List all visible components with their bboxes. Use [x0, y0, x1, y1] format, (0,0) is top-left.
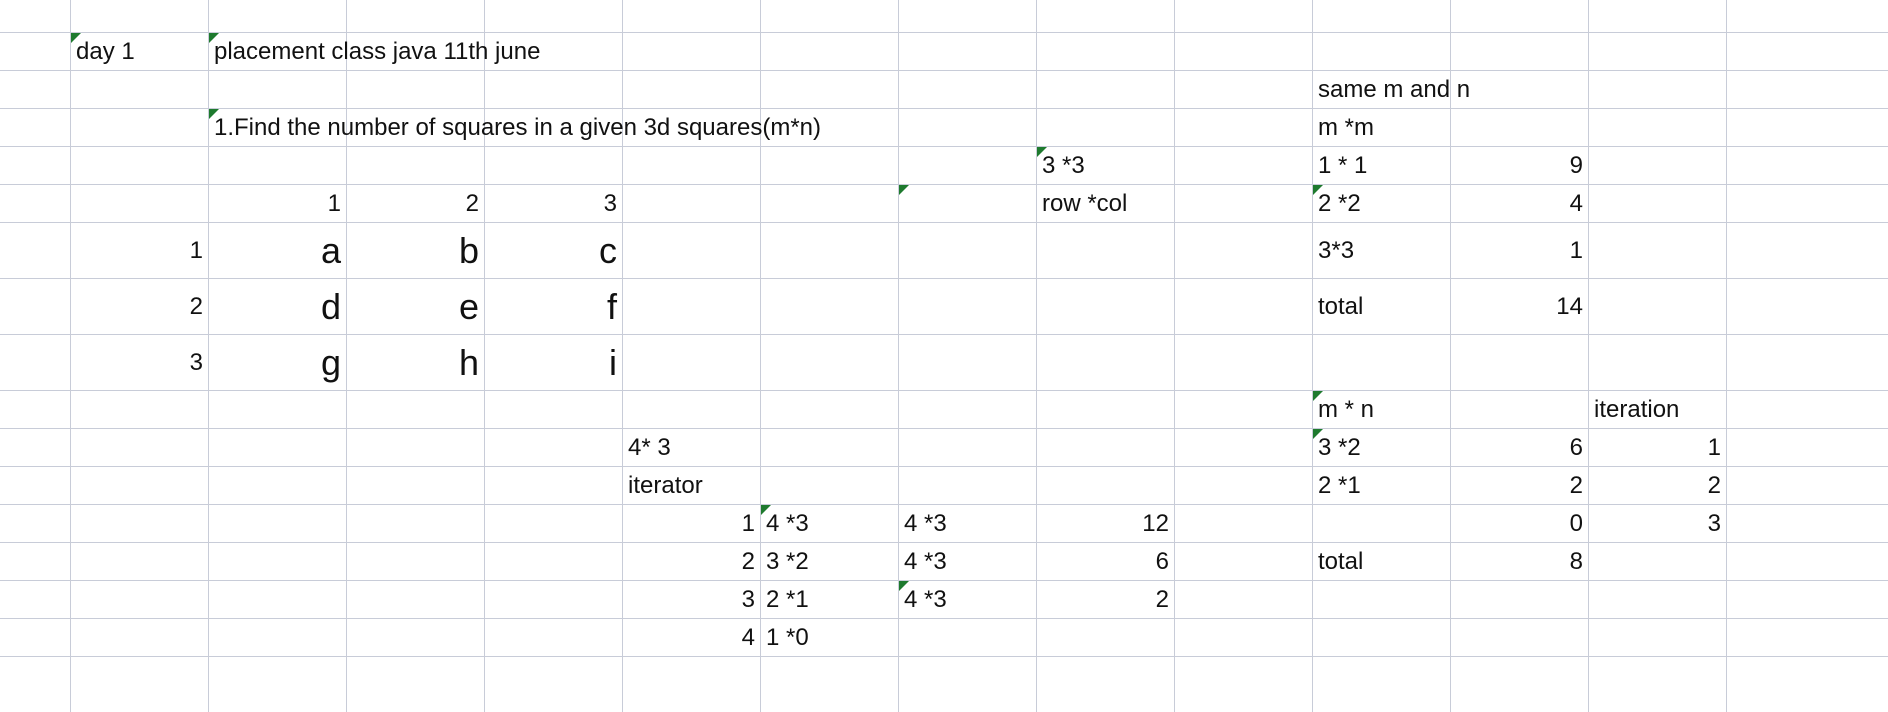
comment-flag-icon	[209, 33, 219, 43]
cell-mn-iter-1[interactable]: 1	[1589, 429, 1726, 466]
cell-empty-flag[interactable]	[899, 185, 1036, 222]
cell-title[interactable]: placement class java 11th june	[209, 33, 622, 70]
cell-sq-3x3-val[interactable]: 1	[1451, 223, 1588, 278]
cell-it-3[interactable]: 3	[623, 581, 760, 618]
cell-same-m-n[interactable]: same m and n	[1313, 71, 1588, 108]
comment-flag-icon	[1313, 185, 1323, 195]
cell-m-m[interactable]: m *m	[1313, 109, 1450, 146]
cell-it-2-val[interactable]: 6	[1037, 543, 1174, 580]
cell-mn-iter-2[interactable]: 2	[1589, 467, 1726, 504]
cell-col-h2[interactable]: 2	[347, 185, 484, 222]
cell-sq-3x3[interactable]: 3*3	[1313, 223, 1450, 278]
cell-row-h2[interactable]: 2	[71, 279, 208, 334]
cell-mn-3x2[interactable]: 3 *2	[1313, 429, 1450, 466]
comment-flag-icon	[209, 109, 219, 119]
comment-flag-icon	[899, 581, 909, 591]
cell-iteration-h[interactable]: iteration	[1589, 391, 1726, 428]
cell-grid-c[interactable]: c	[485, 223, 622, 278]
cell-grid-b[interactable]: b	[347, 223, 484, 278]
comment-flag-icon	[1313, 391, 1323, 401]
cell-sq-2x2-val[interactable]: 4	[1451, 185, 1588, 222]
cell-grid-i[interactable]: i	[485, 335, 622, 390]
cell-four-three[interactable]: 4* 3	[623, 429, 760, 466]
cell-it-1-b[interactable]: 4 *3	[899, 505, 1036, 542]
cell-grid-h[interactable]: h	[347, 335, 484, 390]
comment-flag-icon	[899, 185, 909, 195]
cell-grid-a[interactable]: a	[209, 223, 346, 278]
cell-grid-f[interactable]: f	[485, 279, 622, 334]
row-gridline	[0, 656, 1888, 657]
column-gridline	[1588, 0, 1589, 712]
comment-flag-icon	[1313, 429, 1323, 439]
cell-grid-e[interactable]: e	[347, 279, 484, 334]
cell-sq-1x1-val[interactable]: 9	[1451, 147, 1588, 184]
cell-it-4[interactable]: 4	[623, 619, 760, 656]
comment-flag-icon	[1037, 147, 1047, 157]
cell-m-n[interactable]: m * n	[1313, 391, 1450, 428]
spreadsheet-grid[interactable]: day 1 placement class java 11th june same …	[0, 0, 1888, 712]
cell-total-2-label[interactable]: total	[1313, 543, 1450, 580]
cell-it-1-a[interactable]: 4 *3	[761, 505, 898, 542]
cell-it-2-a[interactable]: 3 *2	[761, 543, 898, 580]
cell-it-2[interactable]: 2	[623, 543, 760, 580]
row-gridline	[0, 618, 1888, 619]
cell-it-3-val[interactable]: 2	[1037, 581, 1174, 618]
comment-flag-icon	[761, 505, 771, 515]
cell-row-h1[interactable]: 1	[71, 223, 208, 278]
column-gridline	[1174, 0, 1175, 712]
column-gridline	[1726, 0, 1727, 712]
cell-it-2-b[interactable]: 4 *3	[899, 543, 1036, 580]
cell-total-1-label[interactable]: total	[1313, 279, 1450, 334]
cell-problem[interactable]: 1.Find the number of squares in a given …	[209, 109, 1036, 146]
cell-it-3-b[interactable]: 4 *3	[899, 581, 1036, 618]
cell-sq-2x2[interactable]: 2 *2	[1313, 185, 1450, 222]
cell-mn-2x1[interactable]: 2 *1	[1313, 467, 1450, 504]
cell-mn-zero[interactable]: 0	[1451, 505, 1588, 542]
cell-col-h1[interactable]: 1	[209, 185, 346, 222]
cell-iterator-h[interactable]: iterator	[623, 467, 760, 504]
cell-col-h3[interactable]: 3	[485, 185, 622, 222]
cell-mn-iter-3[interactable]: 3	[1589, 505, 1726, 542]
comment-flag-icon	[71, 33, 81, 43]
cell-it-3-a[interactable]: 2 *1	[761, 581, 898, 618]
cell-day-label[interactable]: day 1	[71, 33, 208, 70]
cell-it-1-val[interactable]: 12	[1037, 505, 1174, 542]
cell-total-2-val[interactable]: 8	[1451, 543, 1588, 580]
cell-mn-3x2-val[interactable]: 6	[1451, 429, 1588, 466]
row-gridline	[0, 146, 1888, 147]
cell-three-three[interactable]: 3 *3	[1037, 147, 1174, 184]
cell-it-1[interactable]: 1	[623, 505, 760, 542]
cell-total-1-val[interactable]: 14	[1451, 279, 1588, 334]
cell-mn-2x1-val[interactable]: 2	[1451, 467, 1588, 504]
cell-it-4-a[interactable]: 1 *0	[761, 619, 898, 656]
cell-row-col[interactable]: row *col	[1037, 185, 1174, 222]
row-gridline	[0, 70, 1888, 71]
cell-grid-g[interactable]: g	[209, 335, 346, 390]
cell-grid-d[interactable]: d	[209, 279, 346, 334]
cell-sq-1x1[interactable]: 1 * 1	[1313, 147, 1450, 184]
cell-row-h3[interactable]: 3	[71, 335, 208, 390]
